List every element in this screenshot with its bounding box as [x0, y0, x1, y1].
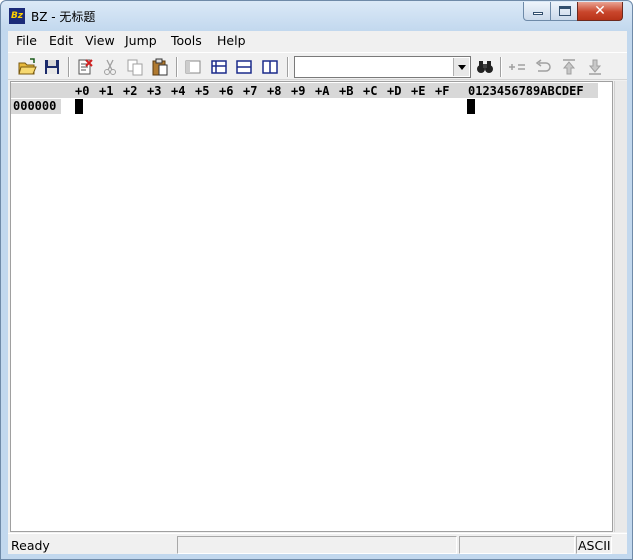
binoculars-icon: [477, 61, 493, 73]
toolbar: [8, 52, 627, 80]
toolbar-separator: [500, 57, 502, 77]
copy-icon: [127, 59, 143, 76]
column-header: +A: [315, 84, 330, 98]
view-single-icon: [185, 60, 201, 74]
bz-app-icon: Bz: [9, 8, 25, 24]
menu-jump[interactable]: Jump: [125, 33, 157, 48]
column-header: +2: [123, 84, 138, 98]
cut-icon: [104, 59, 116, 75]
view-split-button[interactable]: [208, 56, 230, 78]
copy-button[interactable]: [124, 56, 146, 78]
view-split-icon: [211, 60, 227, 74]
minimize-icon: [533, 12, 543, 15]
window-title: BZ - 无标题: [31, 10, 96, 24]
view-horizontal-icon: [236, 60, 252, 74]
toolbar-separator: [68, 57, 70, 77]
toolbar-separator: [176, 57, 178, 77]
view-horizontal-button[interactable]: [233, 56, 255, 78]
title-bar[interactable]: Bz BZ - 无标题 ✕: [1, 1, 632, 31]
save-button[interactable]: [41, 56, 63, 78]
menu-tools[interactable]: Tools: [171, 33, 202, 48]
view-vertical-button[interactable]: [259, 56, 281, 78]
encoding-label: ASCII: [578, 538, 611, 553]
column-header: +D: [387, 84, 402, 98]
column-header: +F: [435, 84, 450, 98]
column-header: +E: [411, 84, 426, 98]
close-file-icon: [78, 59, 93, 75]
ascii-header: 0123456789ABCDEF: [468, 84, 584, 98]
status-pane-size: [459, 536, 575, 554]
maximize-button[interactable]: [550, 2, 578, 21]
open-icon: [18, 58, 37, 75]
find-button[interactable]: [474, 56, 496, 78]
paste-button[interactable]: [149, 56, 171, 78]
search-combo[interactable]: [294, 56, 471, 78]
column-header: +6: [219, 84, 234, 98]
jump-down-icon: [588, 59, 602, 75]
column-header: +1: [99, 84, 114, 98]
menu-edit[interactable]: Edit: [49, 33, 73, 48]
compare-button[interactable]: [506, 56, 528, 78]
jump-down-button[interactable]: [584, 56, 606, 78]
view-single-button[interactable]: [182, 56, 204, 78]
status-bar: Ready ASCII: [8, 533, 627, 554]
column-header: +4: [171, 84, 186, 98]
jump-up-icon: [562, 59, 576, 75]
menu-bar: File Edit View Jump Tools Help: [8, 31, 627, 50]
column-header: +0: [75, 84, 90, 98]
undo-icon: [535, 59, 551, 72]
column-header: +8: [267, 84, 282, 98]
menu-file[interactable]: File: [16, 33, 37, 48]
paste-icon: [152, 58, 168, 76]
chevron-down-icon: [458, 65, 466, 70]
maximize-icon: [559, 6, 571, 16]
app-window: Bz BZ - 无标题 ✕ File Edit View Jump Tools …: [0, 0, 633, 560]
menu-view[interactable]: View: [85, 33, 115, 48]
hex-column-header: +0 +1 +2 +3 +4 +5 +6 +7 +8 +9 +A +B +C +…: [11, 83, 598, 98]
save-icon: [45, 60, 59, 74]
minimize-button[interactable]: [523, 2, 551, 21]
column-header: +7: [243, 84, 258, 98]
jump-up-button[interactable]: [558, 56, 580, 78]
client-area: File Edit View Jump Tools Help +0 +1 +2 …: [8, 31, 627, 554]
status-ready: Ready: [11, 538, 50, 553]
cut-button[interactable]: [99, 56, 121, 78]
search-combo-dropdown[interactable]: [453, 58, 469, 76]
menu-help[interactable]: Help: [217, 33, 246, 48]
status-pane-position: [177, 536, 457, 554]
status-pane-encoding[interactable]: ASCII: [576, 536, 612, 554]
close-button[interactable]: ✕: [577, 2, 623, 21]
hex-caret: [75, 99, 83, 114]
close-file-button[interactable]: [74, 56, 96, 78]
column-header: +C: [363, 84, 378, 98]
hex-editor-view[interactable]: +0 +1 +2 +3 +4 +5 +6 +7 +8 +9 +A +B +C +…: [10, 81, 613, 532]
open-button[interactable]: [16, 56, 38, 78]
vertical-scrollbar[interactable]: [614, 81, 627, 532]
toolbar-separator: [287, 57, 289, 77]
column-header: +3: [147, 84, 162, 98]
row-address: 000000: [11, 99, 61, 114]
ascii-caret: [467, 99, 475, 114]
column-header: +9: [291, 84, 306, 98]
column-header: +B: [339, 84, 354, 98]
close-icon: ✕: [594, 3, 606, 19]
column-header: +5: [195, 84, 210, 98]
compare-icon: [509, 64, 525, 70]
view-vertical-icon: [262, 60, 278, 74]
undo-button[interactable]: [532, 56, 554, 78]
